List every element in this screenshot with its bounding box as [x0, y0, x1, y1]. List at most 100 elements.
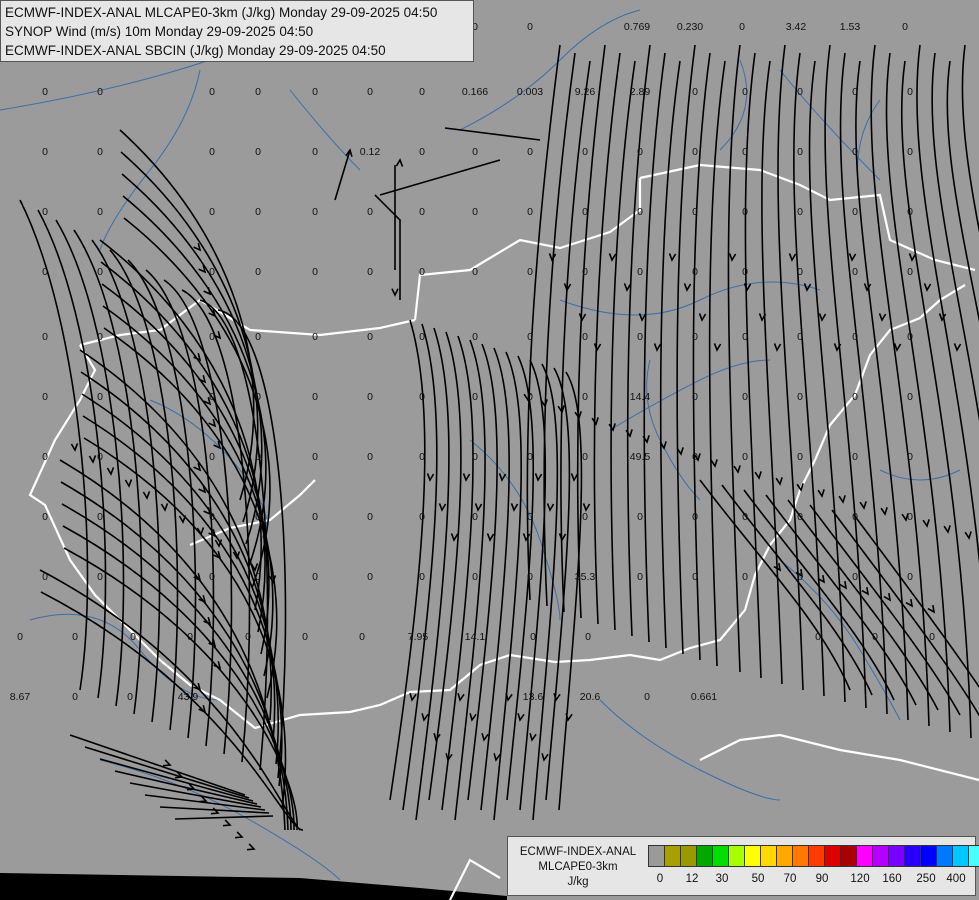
map-value-label: 0.166 [462, 86, 488, 98]
legend-title: ECMWF-INDEX-ANAL MLCAPE0-3km J/kg [512, 845, 644, 890]
map-value-label: 0 [42, 266, 48, 278]
map-value-label: 0 [692, 571, 698, 583]
map-value-label: 0 [419, 451, 425, 463]
map-value-label: 0 [527, 451, 533, 463]
map-value-label: 0 [742, 571, 748, 583]
map-value-label: 0 [527, 391, 533, 403]
map-value-label: 0 [209, 451, 215, 463]
map-value-label: 0 [472, 571, 478, 583]
map-value-label: 0 [852, 511, 858, 523]
map-value-label: 0 [907, 571, 913, 583]
map-value-label: 0 [42, 451, 48, 463]
map-value-label: 0 [692, 511, 698, 523]
map-value-label: 0 [97, 571, 103, 583]
map-value-label: 0 [852, 266, 858, 278]
map-background [0, 0, 979, 900]
map-value-label: 0 [742, 86, 748, 98]
map-value-label: 0 [907, 511, 913, 523]
map-value-label: 0 [367, 331, 373, 343]
map-value-label: 0 [255, 206, 261, 218]
map-value-label: 49.5 [630, 451, 651, 463]
map-value-label: 0 [527, 21, 533, 33]
map-value-label: 0 [637, 571, 643, 583]
map-value-label: 0 [692, 146, 698, 158]
map-value-label: 0 [209, 331, 215, 343]
map-value-label: 0 [797, 391, 803, 403]
map-value-label: 0 [367, 206, 373, 218]
map-value-label: 0 [527, 266, 533, 278]
map-value-label: 0 [692, 86, 698, 98]
legend-swatch [729, 846, 745, 866]
map-value-label: 9.26 [575, 86, 596, 98]
legend-swatch [889, 846, 905, 866]
map-value-label: 0 [907, 266, 913, 278]
legend-swatch [873, 846, 889, 866]
map-value-label: 0 [97, 206, 103, 218]
map-value-label: 0 [692, 391, 698, 403]
legend-swatch [793, 846, 809, 866]
map-value-label: 0 [527, 206, 533, 218]
map-value-label: 0 [902, 21, 908, 33]
map-value-label: 0 [585, 631, 591, 643]
map-value-label: 0 [527, 331, 533, 343]
legend-title-line-1: ECMWF-INDEX-ANAL [519, 846, 637, 858]
map-value-label: 0 [872, 631, 878, 643]
map-value-label: 35.3 [575, 571, 596, 583]
map-value-label: 0 [582, 331, 588, 343]
map-value-label: 20.6 [580, 691, 601, 703]
legend-swatch [713, 846, 729, 866]
map-value-label: 0 [127, 691, 133, 703]
legend-color-bar [648, 845, 979, 867]
map-value-label: 0 [472, 451, 478, 463]
map-value-label: 0 [367, 86, 373, 98]
legend-swatch [921, 846, 937, 866]
map-value-label: 0 [419, 331, 425, 343]
map-value-label: 0 [130, 631, 136, 643]
map-value-label: 0 [852, 391, 858, 403]
map-value-label: 0 [312, 391, 318, 403]
legend-swatch [953, 846, 969, 866]
map-value-label: 0 [797, 266, 803, 278]
map-value-label: 14.1 [465, 631, 486, 643]
map-value-label: 0 [530, 631, 536, 643]
map-value-label: 0 [255, 511, 261, 523]
map-value-label: 0 [419, 206, 425, 218]
map-value-label: 0 [527, 146, 533, 158]
map-value-label: 0 [739, 21, 745, 33]
map-value-label: 0 [42, 206, 48, 218]
map-value-label: 0 [97, 451, 103, 463]
legend-tick: 50 [751, 873, 765, 885]
legend-swatch [745, 846, 761, 866]
map-value-label: 0 [367, 266, 373, 278]
map-value-label: 0 [255, 391, 261, 403]
map-value-label: 0 [637, 331, 643, 343]
legend-swatch [857, 846, 873, 866]
map-value-label: 0 [644, 691, 650, 703]
map-value-label: 0 [907, 331, 913, 343]
legend-tick: 30 [715, 873, 729, 885]
map-value-label: 0 [797, 331, 803, 343]
legend-swatch [825, 846, 841, 866]
map-value-label: 0 [419, 391, 425, 403]
map-value-label: 0 [209, 571, 215, 583]
map-value-label: 0 [852, 206, 858, 218]
map-value-label: 0 [255, 86, 261, 98]
map-value-label: 0 [692, 451, 698, 463]
map-value-label: 0 [582, 511, 588, 523]
map-value-label: 0 [209, 86, 215, 98]
map-value-label: 0 [312, 266, 318, 278]
legend-tick: 0 [656, 873, 664, 885]
map-value-label: 0 [797, 86, 803, 98]
map-value-label: 13.6 [523, 691, 544, 703]
map-value-label: 0 [797, 146, 803, 158]
map-value-label: 3.42 [786, 21, 807, 33]
title-cin: ECMWF-INDEX-ANAL SBCIN (J/kg) Monday 29-… [5, 43, 386, 58]
map-value-label: 0.12 [360, 146, 381, 158]
map-value-label: 0.769 [624, 21, 650, 33]
legend-swatch [841, 846, 857, 866]
map-value-label: 0 [797, 571, 803, 583]
map-value-label: 0 [255, 571, 261, 583]
map-value-label: 7.95 [408, 631, 429, 643]
map-value-label: 0 [312, 511, 318, 523]
map-value-label: 0 [637, 511, 643, 523]
